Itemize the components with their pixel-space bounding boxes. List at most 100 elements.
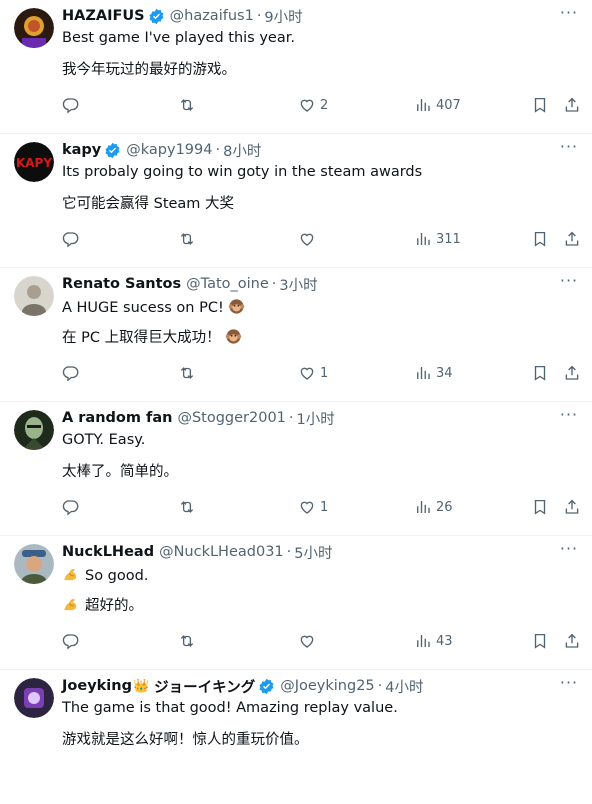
views-icon (417, 501, 430, 513)
timestamp[interactable]: 5小时 (294, 542, 332, 563)
share-button[interactable] (563, 630, 581, 652)
retweet-button[interactable] (178, 630, 196, 652)
like-button[interactable]: 1 (298, 362, 328, 384)
user-handle[interactable]: @hazaifus1 (170, 8, 254, 24)
more-icon[interactable]: ··· (558, 541, 580, 560)
reply-translation: 游戏就是这么好啊！惊人的重玩价值。 (62, 732, 309, 748)
retweet-button[interactable] (178, 228, 196, 250)
views-icon (417, 233, 430, 245)
reply-item[interactable]: Joeyking 👑 ジョーイキング @Joeyking25 · 4小时 ···… (0, 670, 592, 804)
display-name[interactable]: Joeyking (62, 678, 132, 694)
svg-text:KAPY: KAPY (16, 156, 52, 170)
reply-item[interactable]: KAPY kapy @kapy1994 · 8小时 ··· Its probal… (0, 134, 592, 268)
user-handle[interactable]: @Joeyking25 (280, 678, 374, 694)
reply-translation: 在 PC 上取得巨大成功！ (62, 330, 221, 346)
share-icon (565, 231, 579, 246)
retweet-icon (180, 367, 194, 379)
bookmark-button[interactable] (531, 496, 549, 518)
like-icon (300, 367, 314, 380)
reply-item[interactable]: NuckLHead @NuckLHead031 · 5小时 ··· So goo… (0, 536, 592, 670)
action-bar: 311 (0, 228, 592, 250)
more-icon[interactable]: ··· (558, 407, 580, 426)
bookmark-button[interactable] (531, 94, 549, 116)
flexed-biceps-emoji-icon (64, 568, 77, 581)
user-handle[interactable]: @kapy1994 (126, 142, 212, 158)
views-button[interactable]: 26 (414, 496, 453, 518)
reply-text: A HUGE sucess on PC! (62, 300, 224, 316)
reply-text: GOTY. Easy. (62, 432, 146, 448)
reply-header: Joeyking 👑 ジョーイキング @Joeyking25 · 4小时 (62, 676, 552, 696)
more-icon[interactable]: ··· (558, 139, 580, 158)
more-icon[interactable]: ··· (558, 5, 580, 24)
timestamp[interactable]: 8小时 (223, 140, 261, 161)
like-button[interactable]: 1 (298, 496, 328, 518)
timestamp[interactable]: 3小时 (279, 274, 317, 295)
like-button[interactable] (298, 228, 320, 250)
like-button[interactable]: 2 (298, 94, 328, 116)
retweet-button[interactable] (178, 362, 196, 384)
display-name[interactable]: kapy (62, 142, 101, 158)
reply-translation: 我今年玩过的最好的游戏。 (62, 62, 236, 78)
verified-badge-icon (258, 678, 275, 695)
views-button[interactable]: 43 (414, 630, 453, 652)
like-count: 1 (320, 365, 329, 381)
display-name[interactable]: NuckLHead (62, 544, 154, 560)
reply-item[interactable]: Renato Santos @Tato_oine · 3小时 ··· A HUG… (0, 268, 592, 402)
share-button[interactable] (563, 94, 581, 116)
display-name[interactable]: HAZAIFUS (62, 8, 145, 24)
reply-button[interactable] (62, 630, 80, 652)
reply-button[interactable] (62, 228, 80, 250)
like-button[interactable] (298, 630, 320, 652)
verified-badge-icon (148, 8, 165, 25)
action-bar: 1 34 (0, 362, 592, 384)
views-button[interactable]: 34 (414, 362, 453, 384)
reply-button[interactable] (62, 496, 80, 518)
avatar[interactable] (14, 410, 54, 450)
avatar[interactable] (14, 544, 54, 584)
separator-dot: · (288, 410, 294, 426)
more-icon[interactable]: ··· (558, 273, 580, 292)
display-name[interactable]: Renato Santos (62, 276, 181, 292)
avatar[interactable] (14, 678, 54, 718)
display-name-japanese[interactable]: ジョーイキング (154, 676, 255, 697)
reply-text: So good. (85, 568, 149, 584)
action-bar: 2 407 (0, 94, 592, 116)
views-button[interactable]: 311 (414, 228, 461, 250)
share-button[interactable] (563, 362, 581, 384)
separator-dot: · (271, 276, 277, 292)
retweet-icon (180, 233, 194, 245)
display-name[interactable]: A random fan (62, 410, 172, 426)
avatar[interactable]: KAPY (14, 142, 54, 182)
retweet-button[interactable] (178, 496, 196, 518)
reply-item[interactable]: HAZAIFUS @hazaifus1 · 9小时 ··· Best game … (0, 0, 592, 134)
share-icon (565, 633, 579, 648)
timestamp[interactable]: 1小时 (297, 408, 335, 429)
reply-button[interactable] (62, 94, 80, 116)
more-icon[interactable]: ··· (558, 675, 580, 694)
like-icon (300, 99, 314, 112)
bookmark-button[interactable] (531, 228, 549, 250)
crown-emoji-icon: 👑 (132, 678, 150, 694)
views-count: 311 (436, 231, 461, 247)
reply-item[interactable]: A random fan @Stogger2001 · 1小时 ··· GOTY… (0, 402, 592, 536)
share-icon (565, 97, 579, 112)
avatar[interactable] (14, 8, 54, 48)
views-count: 407 (436, 97, 461, 113)
user-handle[interactable]: @NuckLHead031 (159, 544, 284, 560)
bookmark-button[interactable] (531, 630, 549, 652)
share-button[interactable] (563, 228, 581, 250)
reply-header: HAZAIFUS @hazaifus1 · 9小时 (62, 6, 552, 26)
views-button[interactable]: 407 (414, 94, 461, 116)
timestamp[interactable]: 4小时 (385, 676, 423, 697)
timestamp[interactable]: 9小时 (264, 6, 302, 27)
retweet-button[interactable] (178, 94, 196, 116)
retweet-icon (180, 501, 194, 513)
share-button[interactable] (563, 496, 581, 518)
user-handle[interactable]: @Tato_oine (186, 276, 269, 292)
user-handle[interactable]: @Stogger2001 (177, 410, 285, 426)
views-icon (417, 99, 430, 111)
reply-text: Its probaly going to win goty in the ste… (62, 164, 423, 180)
bookmark-button[interactable] (531, 362, 549, 384)
reply-button[interactable] (62, 362, 80, 384)
avatar[interactable] (14, 276, 54, 316)
